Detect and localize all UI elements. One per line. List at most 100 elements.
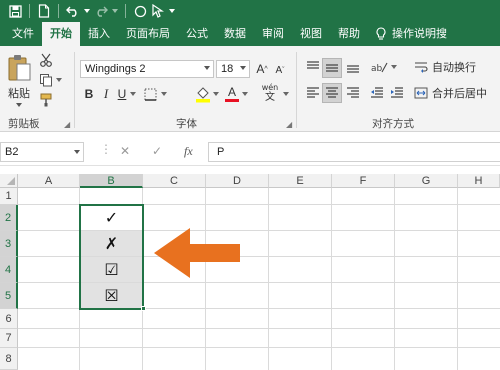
paste-dropdown-icon[interactable] [14, 101, 24, 109]
tab-file[interactable]: 文件 [4, 22, 42, 46]
chevron-down-icon [74, 150, 80, 154]
tab-home[interactable]: 开始 [42, 22, 80, 46]
tab-data[interactable]: 数据 [216, 22, 254, 46]
font-color-swatch [225, 98, 239, 103]
font-group-label: 字体 [176, 118, 197, 130]
fill-handle[interactable] [141, 306, 146, 311]
phonetic-dropdown-icon[interactable] [282, 90, 290, 98]
row-header-1[interactable]: 1 [0, 188, 18, 205]
align-top-icon[interactable] [304, 58, 322, 76]
fill-color-dropdown-icon[interactable] [212, 90, 220, 98]
grid-line [457, 188, 458, 370]
pointer-icon[interactable] [149, 2, 167, 20]
undo-dropdown-icon[interactable] [82, 2, 92, 20]
align-middle-icon[interactable] [322, 58, 342, 78]
font-color-dropdown-icon[interactable] [241, 90, 249, 98]
tab-view[interactable]: 视图 [292, 22, 330, 46]
copy-dropdown-icon[interactable] [55, 76, 63, 84]
decrease-indent-icon[interactable] [368, 84, 386, 102]
clipboard-launcher-icon[interactable]: ◢ [64, 120, 70, 129]
italic-button[interactable]: I [100, 86, 112, 102]
underline-button[interactable]: U [116, 86, 128, 102]
phonetic-guide-button[interactable]: wén 文 [258, 82, 282, 104]
cell-b5[interactable]: ☒ [80, 283, 143, 308]
cancel-edit-icon[interactable]: ✕ [120, 144, 130, 158]
align-bottom-icon[interactable] [344, 58, 362, 76]
customize-toolbar-icon[interactable] [167, 2, 177, 20]
undo-icon[interactable] [64, 2, 82, 20]
tab-review[interactable]: 审阅 [254, 22, 292, 46]
fill-color-icon[interactable] [194, 84, 212, 104]
format-painter-icon[interactable] [38, 92, 54, 108]
align-right-icon[interactable] [344, 84, 362, 102]
row-header-7[interactable]: 7 [0, 329, 18, 348]
font-launcher-icon[interactable]: ◢ [286, 120, 292, 129]
tab-help[interactable]: 帮助 [330, 22, 368, 46]
toolbar-divider [125, 4, 126, 18]
wrap-text-label: 自动换行 [432, 61, 476, 74]
merge-center-label: 合并后居中 [432, 87, 487, 100]
worksheet-grid[interactable]: A B C D E F G H 1 2 3 4 5 6 7 8 ✓ ✗ ☑ ☒ [0, 174, 500, 370]
shrink-font-button[interactable]: Aˇ [272, 62, 288, 78]
ribbon-home: 粘贴 剪贴板 ◢ Wingdings 2 18 A ^ Aˇ B I U A w… [0, 46, 500, 132]
toolbar-divider [58, 4, 59, 18]
svg-text:ab: ab [371, 64, 383, 74]
align-left-icon[interactable] [304, 84, 322, 102]
align-center-icon[interactable] [322, 83, 342, 103]
column-header-h[interactable]: H [458, 174, 500, 188]
column-header-a[interactable]: A [18, 174, 80, 188]
font-size-select[interactable]: 18 [216, 60, 250, 78]
tab-formulas[interactable]: 公式 [178, 22, 216, 46]
bold-button[interactable]: B [82, 86, 96, 102]
column-header-f[interactable]: F [332, 174, 395, 188]
select-all-button[interactable] [0, 174, 18, 188]
increase-indent-icon[interactable] [388, 84, 406, 102]
insert-function-icon[interactable]: fx [184, 144, 193, 159]
cell-b4[interactable]: ☑ [80, 257, 143, 282]
redo-icon[interactable] [92, 2, 110, 20]
chevron-down-icon [204, 66, 210, 70]
borders-dropdown-icon[interactable] [160, 90, 168, 98]
redo-dropdown-icon[interactable] [110, 2, 120, 20]
shape-icon[interactable] [131, 2, 149, 20]
orientation-icon[interactable]: ab [368, 58, 390, 76]
underline-dropdown-icon[interactable] [129, 90, 137, 98]
wrap-text-button[interactable]: 自动换行 [414, 58, 496, 76]
name-box[interactable]: B2 [0, 142, 84, 162]
new-file-icon[interactable] [35, 2, 53, 20]
lightbulb-icon [376, 27, 386, 40]
tab-insert[interactable]: 插入 [80, 22, 118, 46]
grid-line [18, 308, 500, 309]
font-name-select[interactable]: Wingdings 2 [80, 60, 214, 78]
row-header-8[interactable]: 8 [0, 348, 18, 370]
row-header-4[interactable]: 4 [0, 257, 18, 283]
paste-label[interactable]: 粘贴 [6, 86, 32, 100]
cut-icon[interactable] [38, 52, 54, 68]
paste-button[interactable] [4, 52, 34, 86]
row-header-6[interactable]: 6 [0, 309, 18, 329]
save-icon[interactable] [6, 2, 24, 20]
column-header-b[interactable]: B [80, 174, 143, 188]
orientation-dropdown-icon[interactable] [390, 63, 398, 71]
column-header-c[interactable]: C [143, 174, 206, 188]
formula-more-icon[interactable]: ⋮ [100, 142, 112, 156]
copy-icon[interactable] [38, 72, 54, 88]
cell-b3[interactable]: ✗ [80, 231, 143, 256]
grow-font-button[interactable]: A ^ [254, 60, 270, 78]
borders-icon[interactable] [142, 86, 158, 102]
cell-b2[interactable]: ✓ [80, 205, 143, 230]
grid-line [268, 188, 269, 370]
merge-center-button[interactable]: 合并后居中 [414, 84, 500, 102]
tell-me-search[interactable]: 操作说明搜 [368, 22, 455, 46]
row-header-5[interactable]: 5 [0, 283, 18, 309]
column-header-e[interactable]: E [269, 174, 332, 188]
font-color-button[interactable]: A [224, 83, 240, 104]
tab-page-layout[interactable]: 页面布局 [118, 22, 178, 46]
formula-input[interactable]: P [208, 142, 500, 162]
row-header-3[interactable]: 3 [0, 231, 18, 257]
tell-me-label: 操作说明搜 [392, 27, 447, 40]
confirm-edit-icon[interactable]: ✓ [152, 144, 162, 158]
column-header-g[interactable]: G [395, 174, 458, 188]
column-header-d[interactable]: D [206, 174, 269, 188]
row-header-2[interactable]: 2 [0, 205, 18, 231]
